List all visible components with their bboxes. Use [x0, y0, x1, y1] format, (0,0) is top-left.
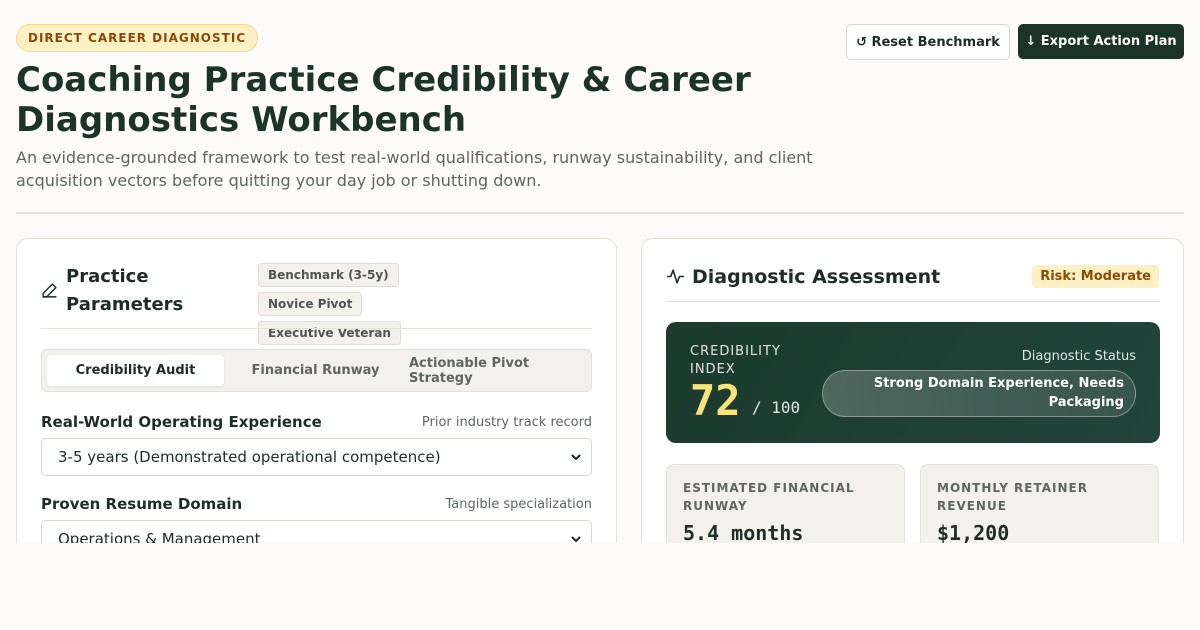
practice-parameters-title: Practice Parameters: [66, 266, 184, 315]
credibility-index-label: CREDIBILITY INDEX: [690, 344, 781, 377]
resume-domain-select-value: Operations & Management: [58, 530, 261, 543]
page-subtitle: An evidence-grounded framework to test r…: [16, 148, 813, 190]
retainer-revenue-value: $1,200: [937, 521, 1010, 543]
financial-runway-label: ESTIMATED FINANCIAL RUNWAY: [683, 481, 855, 513]
parameters-divider: [41, 328, 592, 329]
diagnostic-badge: DIRECT CAREER DIAGNOSTIC: [16, 24, 259, 52]
diagnostic-status-pill: Strong Domain Experience, Needs Packagin…: [822, 370, 1136, 417]
preset-novice-pivot[interactable]: Novice Pivot: [258, 292, 363, 316]
experience-select[interactable]: 3-5 years (Demonstrated operational comp…: [41, 438, 592, 476]
tab-financial-runway[interactable]: Financial Runway: [227, 355, 404, 386]
chevron-down-icon: [571, 536, 581, 542]
credibility-index-panel: CREDIBILITY INDEX 72 / 100 Diagnostic St…: [666, 322, 1160, 443]
preset-benchmark[interactable]: Benchmark (3-5y): [258, 263, 399, 287]
retainer-revenue-label: MONTHLY RETAINER REVENUE: [937, 481, 1088, 513]
reset-benchmark-button[interactable]: ↺ Reset Benchmark: [846, 24, 1010, 60]
resume-domain-label: Proven Resume Domain: [41, 495, 243, 513]
resume-domain-select[interactable]: Operations & Management: [41, 520, 592, 543]
preset-executive-veteran[interactable]: Executive Veteran: [258, 321, 401, 345]
credibility-index-denominator: / 100: [752, 398, 801, 417]
preset-chips: Benchmark (3-5y) Novice Pivot Executive …: [258, 263, 508, 345]
chevron-down-icon: [571, 454, 581, 460]
activity-pulse-icon: [666, 269, 685, 284]
diagnostic-assessment-title: Diagnostic Assessment: [692, 266, 941, 288]
app-viewport: DIRECT CAREER DIAGNOSTIC Coaching Practi…: [0, 0, 1200, 543]
header-divider: [16, 212, 1184, 214]
tab-credibility-audit[interactable]: Credibility Audit: [47, 355, 224, 386]
risk-badge: Risk: Moderate: [1032, 265, 1159, 288]
diagnostic-assessment-card: Diagnostic Assessment Risk: Moderate CRE…: [641, 238, 1184, 543]
experience-hint: Prior industry track record: [421, 415, 592, 430]
experience-select-value: 3-5 years (Demonstrated operational comp…: [58, 448, 441, 466]
export-action-plan-button[interactable]: ↓ Export Action Plan: [1018, 24, 1184, 59]
page-title: Coaching Practice Credibility & Career D…: [16, 60, 751, 140]
financial-runway-value: 5.4 months: [683, 521, 804, 543]
experience-label: Real-World Operating Experience: [41, 413, 322, 431]
financial-runway-stat: ESTIMATED FINANCIAL RUNWAY 5.4 months: [666, 464, 905, 543]
practice-parameters-card: Practice Parameters Benchmark (3-5y) Nov…: [16, 238, 617, 543]
retainer-revenue-stat: MONTHLY RETAINER REVENUE $1,200: [920, 464, 1159, 543]
pencil-icon: [42, 283, 57, 298]
credibility-index-value: 72: [690, 376, 741, 425]
diagnostic-status-label: Diagnostic Status: [1021, 349, 1136, 364]
assessment-divider: [666, 301, 1160, 302]
resume-domain-hint: Tangible specialization: [445, 497, 592, 512]
parameter-tabs: Credibility Audit Financial Runway Actio…: [41, 349, 592, 392]
tab-actionable-pivot-strategy[interactable]: Actionable Pivot Strategy: [409, 355, 586, 386]
